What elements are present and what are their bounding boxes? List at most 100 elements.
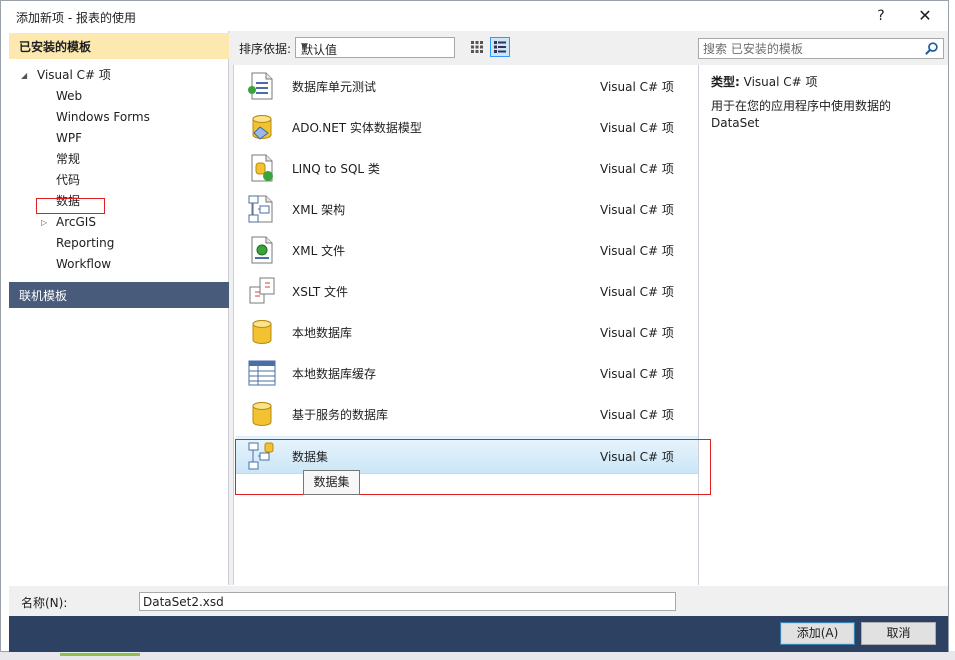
template-icon (246, 152, 278, 184)
template-icon (246, 357, 278, 389)
tree-item[interactable]: Reporting (9, 233, 229, 254)
template-search-box[interactable] (698, 38, 944, 59)
template-name: XSLT 文件 (292, 285, 349, 299)
small-icons-view-icon (471, 41, 483, 53)
category-panel: 已安装的模板 ◢ Visual C# 项 Web Windows Forms WPF 常规… (9, 31, 229, 585)
tree-item-label: 代码 (56, 173, 81, 187)
tree-item[interactable]: Web (9, 86, 229, 107)
installed-templates-header[interactable]: 已安装的模板 (9, 33, 229, 59)
template-list: 数据库单元测试 Visual C# 项 ADO.NET 实体数据模型 Visual C… (233, 65, 699, 585)
local-db-cache-icon (248, 360, 276, 386)
list-view-icon (494, 41, 506, 53)
template-icon (246, 275, 278, 307)
template-name: 本地数据库缓存 (292, 367, 377, 381)
tree-item[interactable]: 常规 (9, 149, 229, 170)
tree-item[interactable]: ▷ ArcGIS (9, 212, 229, 233)
installed-templates-label: 已安装的模板 (19, 40, 92, 54)
template-icon (246, 398, 278, 430)
template-item[interactable]: ADO.NET 实体数据模型 Visual C# 项 (236, 108, 698, 146)
template-name: 基于服务的数据库 (292, 408, 389, 422)
template-item[interactable]: XSLT 文件 Visual C# 项 (236, 272, 698, 310)
template-language: Visual C# 项 (600, 162, 674, 176)
name-label: 名称(N): (21, 596, 68, 610)
template-language: Visual C# 项 (600, 80, 674, 94)
template-item[interactable]: LINQ to SQL 类 Visual C# 项 (236, 149, 698, 187)
tree-item-label: Web (56, 89, 83, 103)
help-button[interactable]: ? (869, 5, 893, 27)
local-db-icon (252, 320, 272, 344)
expander-icon[interactable]: ◢ (21, 65, 31, 86)
name-row: 名称(N): (9, 586, 948, 616)
online-templates-header[interactable]: 联机模板 (9, 282, 229, 308)
tree-item-label: Workflow (56, 257, 112, 271)
template-item[interactable]: 数据库单元测试 Visual C# 项 (236, 67, 698, 105)
online-templates-label: 联机模板 (19, 289, 68, 303)
template-language: Visual C# 项 (600, 367, 674, 381)
template-language: Visual C# 项 (600, 408, 674, 422)
template-name: XML 文件 (292, 244, 346, 258)
sort-toolbar: 排序依据: 默认值 ▼ (231, 35, 697, 61)
sort-select[interactable]: 默认值 ▼ (295, 37, 455, 58)
template-language: Visual C# 项 (600, 326, 674, 340)
unit-test-db-icon (248, 72, 273, 100)
tree-item[interactable]: Windows Forms (9, 107, 229, 128)
small-icons-view-button[interactable] (467, 37, 487, 57)
highlight-box-data-category (36, 198, 105, 214)
detail-type-label: 类型: (711, 75, 740, 89)
tree-item-label: 常规 (56, 152, 81, 166)
add-button[interactable]: 添加(A) (780, 622, 855, 645)
tree-item[interactable]: 代码 (9, 170, 229, 191)
button-bar: 添加(A) 取消 (9, 616, 948, 652)
template-name: LINQ to SQL 类 (292, 162, 380, 176)
detail-type-value: Visual C# 项 (743, 75, 818, 89)
list-view-button[interactable] (490, 37, 510, 57)
template-item[interactable]: XML 文件 Visual C# 项 (236, 231, 698, 269)
add-new-item-dialog: 添加新项 - 报表的使用 ? ✕ 已安装的模板 ◢ Visual C# 项 Web W… (0, 0, 949, 652)
detail-type: 类型: Visual C# 项 (711, 73, 818, 90)
template-item[interactable]: 本地数据库缓存 Visual C# 项 (236, 354, 698, 392)
template-name: ADO.NET 实体数据模型 (292, 121, 422, 135)
tree-item[interactable]: Workflow (9, 254, 229, 275)
expander-icon[interactable]: ▷ (41, 212, 51, 233)
template-icon (246, 70, 278, 102)
search-input[interactable] (703, 41, 917, 56)
tree-item-label: Reporting (56, 236, 115, 250)
template-item[interactable]: 本地数据库 Visual C# 项 (236, 313, 698, 351)
dialog-body: 已安装的模板 ◢ Visual C# 项 Web Windows Forms WPF 常规… (9, 31, 948, 585)
template-item[interactable]: 基于服务的数据库 Visual C# 项 (236, 395, 698, 433)
template-icon (246, 111, 278, 143)
tree-item-label: ArcGIS (56, 215, 96, 229)
window-title: 添加新项 - 报表的使用 (16, 11, 136, 25)
template-item[interactable]: XML 架构 Visual C# 项 (236, 190, 698, 228)
tree-item-label: Windows Forms (56, 110, 150, 124)
template-details: 类型: Visual C# 项 用于在您的应用程序中使用数据的 DataSet (699, 65, 948, 585)
sort-label: 排序依据: (239, 42, 292, 56)
xml-schema-icon (248, 195, 273, 223)
search-icon[interactable] (924, 41, 939, 56)
cancel-button[interactable]: 取消 (861, 622, 936, 645)
tree-item[interactable]: WPF (9, 128, 229, 149)
template-icon (246, 193, 278, 225)
detail-description: 用于在您的应用程序中使用数据的 DataSet (711, 99, 892, 130)
tree-item-label: Visual C# 项 (37, 68, 111, 82)
close-button[interactable]: ✕ (911, 5, 939, 27)
service-db-icon (252, 402, 272, 426)
background-statusbar (0, 651, 955, 660)
template-language: Visual C# 项 (600, 244, 674, 258)
tree-item[interactable]: ◢ Visual C# 项 (9, 65, 229, 86)
name-input[interactable] (139, 592, 676, 611)
template-language: Visual C# 项 (600, 203, 674, 217)
template-name: 本地数据库 (292, 326, 353, 340)
dataset-tooltip: 数据集 (303, 470, 360, 495)
template-language: Visual C# 项 (600, 285, 674, 299)
chevron-down-icon: ▼ (301, 42, 308, 52)
tree-item-label: WPF (56, 131, 83, 145)
xslt-file-icon (249, 277, 275, 304)
xml-file-icon (251, 236, 273, 264)
linq-sql-icon (251, 154, 273, 182)
template-icon (246, 234, 278, 266)
template-language: Visual C# 项 (600, 121, 674, 135)
entity-model-icon (252, 115, 272, 140)
template-name: 数据库单元测试 (292, 80, 377, 94)
title-bar: 添加新项 - 报表的使用 ? ✕ (1, 1, 948, 31)
